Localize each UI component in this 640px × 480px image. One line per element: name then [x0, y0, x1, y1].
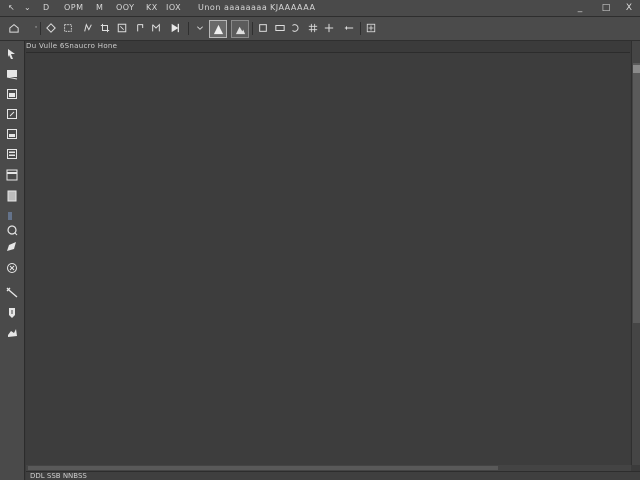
- menu-back-icon[interactable]: ↖: [8, 3, 15, 13]
- plus-box-icon[interactable]: [365, 22, 377, 34]
- move-icon[interactable]: [45, 22, 57, 34]
- menu-item-6[interactable]: IOX: [166, 3, 181, 13]
- vertical-scrollbar[interactable]: [631, 41, 640, 465]
- square-icon[interactable]: [257, 22, 269, 34]
- link-icon[interactable]: [274, 22, 286, 34]
- grid-alt-icon[interactable]: [323, 22, 335, 34]
- mountain-icon[interactable]: [231, 20, 249, 38]
- flag-icon[interactable]: [169, 22, 181, 34]
- toolbar-divider: [40, 22, 41, 35]
- pen-tool-icon[interactable]: [5, 240, 19, 254]
- rotate-icon[interactable]: [289, 22, 301, 34]
- brush-icon[interactable]: [135, 22, 147, 34]
- eyedropper-tool-icon[interactable]: [5, 127, 19, 141]
- vertical-scrollbar-thumb[interactable]: [633, 63, 640, 323]
- toolbar-divider: [188, 22, 189, 35]
- eraser-tool-icon[interactable]: [5, 209, 19, 223]
- menubar: ↖ ⌄ D OPM M OOY KX IOX Unon aaaaaaaa KJA…: [0, 0, 640, 17]
- maximize-button[interactable]: □: [601, 3, 611, 13]
- crop-icon[interactable]: [99, 22, 111, 34]
- horizontal-scrollbar-thumb[interactable]: [28, 466, 498, 470]
- menu-item-4[interactable]: OOY: [116, 3, 135, 13]
- marquee-icon[interactable]: [62, 22, 74, 34]
- chevron-icon[interactable]: [194, 22, 206, 34]
- minus-icon[interactable]: [343, 22, 355, 34]
- document-tab[interactable]: Du Vulle 6Snaucro Hone: [26, 41, 156, 51]
- triangle-icon[interactable]: [209, 20, 227, 38]
- menu-item-5[interactable]: KX: [146, 3, 158, 13]
- options-toolbar: ·: [0, 17, 640, 41]
- frame-icon[interactable]: [116, 22, 128, 34]
- stamp-icon[interactable]: [150, 22, 162, 34]
- menu-collapse-icon[interactable]: ⌄: [24, 3, 31, 13]
- status-bar: DDL SSB NNBSS: [26, 471, 640, 480]
- move-tool-icon[interactable]: [5, 47, 19, 61]
- stamp-tool-icon[interactable]: [5, 189, 19, 203]
- lasso-tool-icon[interactable]: [5, 87, 19, 101]
- menu-item-3[interactable]: M: [96, 3, 103, 13]
- menu-item-2[interactable]: OPM: [64, 3, 84, 13]
- shape-tool-icon[interactable]: [5, 285, 19, 299]
- toolbar-divider: [360, 22, 361, 35]
- close-button[interactable]: X: [624, 3, 634, 13]
- lasso-icon[interactable]: [82, 22, 94, 34]
- hand-tool-icon[interactable]: [5, 306, 19, 320]
- home-icon[interactable]: [8, 22, 20, 34]
- menu-item-7[interactable]: Unon: [198, 3, 221, 13]
- zoom-tool-icon[interactable]: [5, 326, 19, 340]
- toolbar-divider: [252, 22, 253, 35]
- heal-tool-icon[interactable]: [5, 147, 19, 161]
- crop-tool-icon[interactable]: [5, 107, 19, 121]
- status-text: DDL SSB NNBSS: [30, 472, 87, 480]
- marquee-tool-icon[interactable]: [5, 67, 19, 81]
- brush-tool-icon[interactable]: [5, 168, 19, 182]
- text-tool-icon[interactable]: [5, 261, 19, 275]
- grid-icon[interactable]: [307, 22, 319, 34]
- menu-item-1[interactable]: D: [43, 3, 50, 13]
- gradient-tool-icon[interactable]: [5, 223, 19, 237]
- menu-item-9[interactable]: KJAAAAAA: [270, 3, 315, 13]
- photo-editor-window: ↖ ⌄ D OPM M OOY KX IOX Unon aaaaaaaa KJA…: [0, 0, 640, 480]
- menu-item-8[interactable]: aaaaaaaa: [224, 3, 267, 13]
- minimize-button[interactable]: _: [575, 3, 585, 13]
- document-canvas[interactable]: [26, 52, 630, 466]
- tools-panel: [0, 41, 25, 480]
- scroll-up-button[interactable]: [633, 65, 640, 73]
